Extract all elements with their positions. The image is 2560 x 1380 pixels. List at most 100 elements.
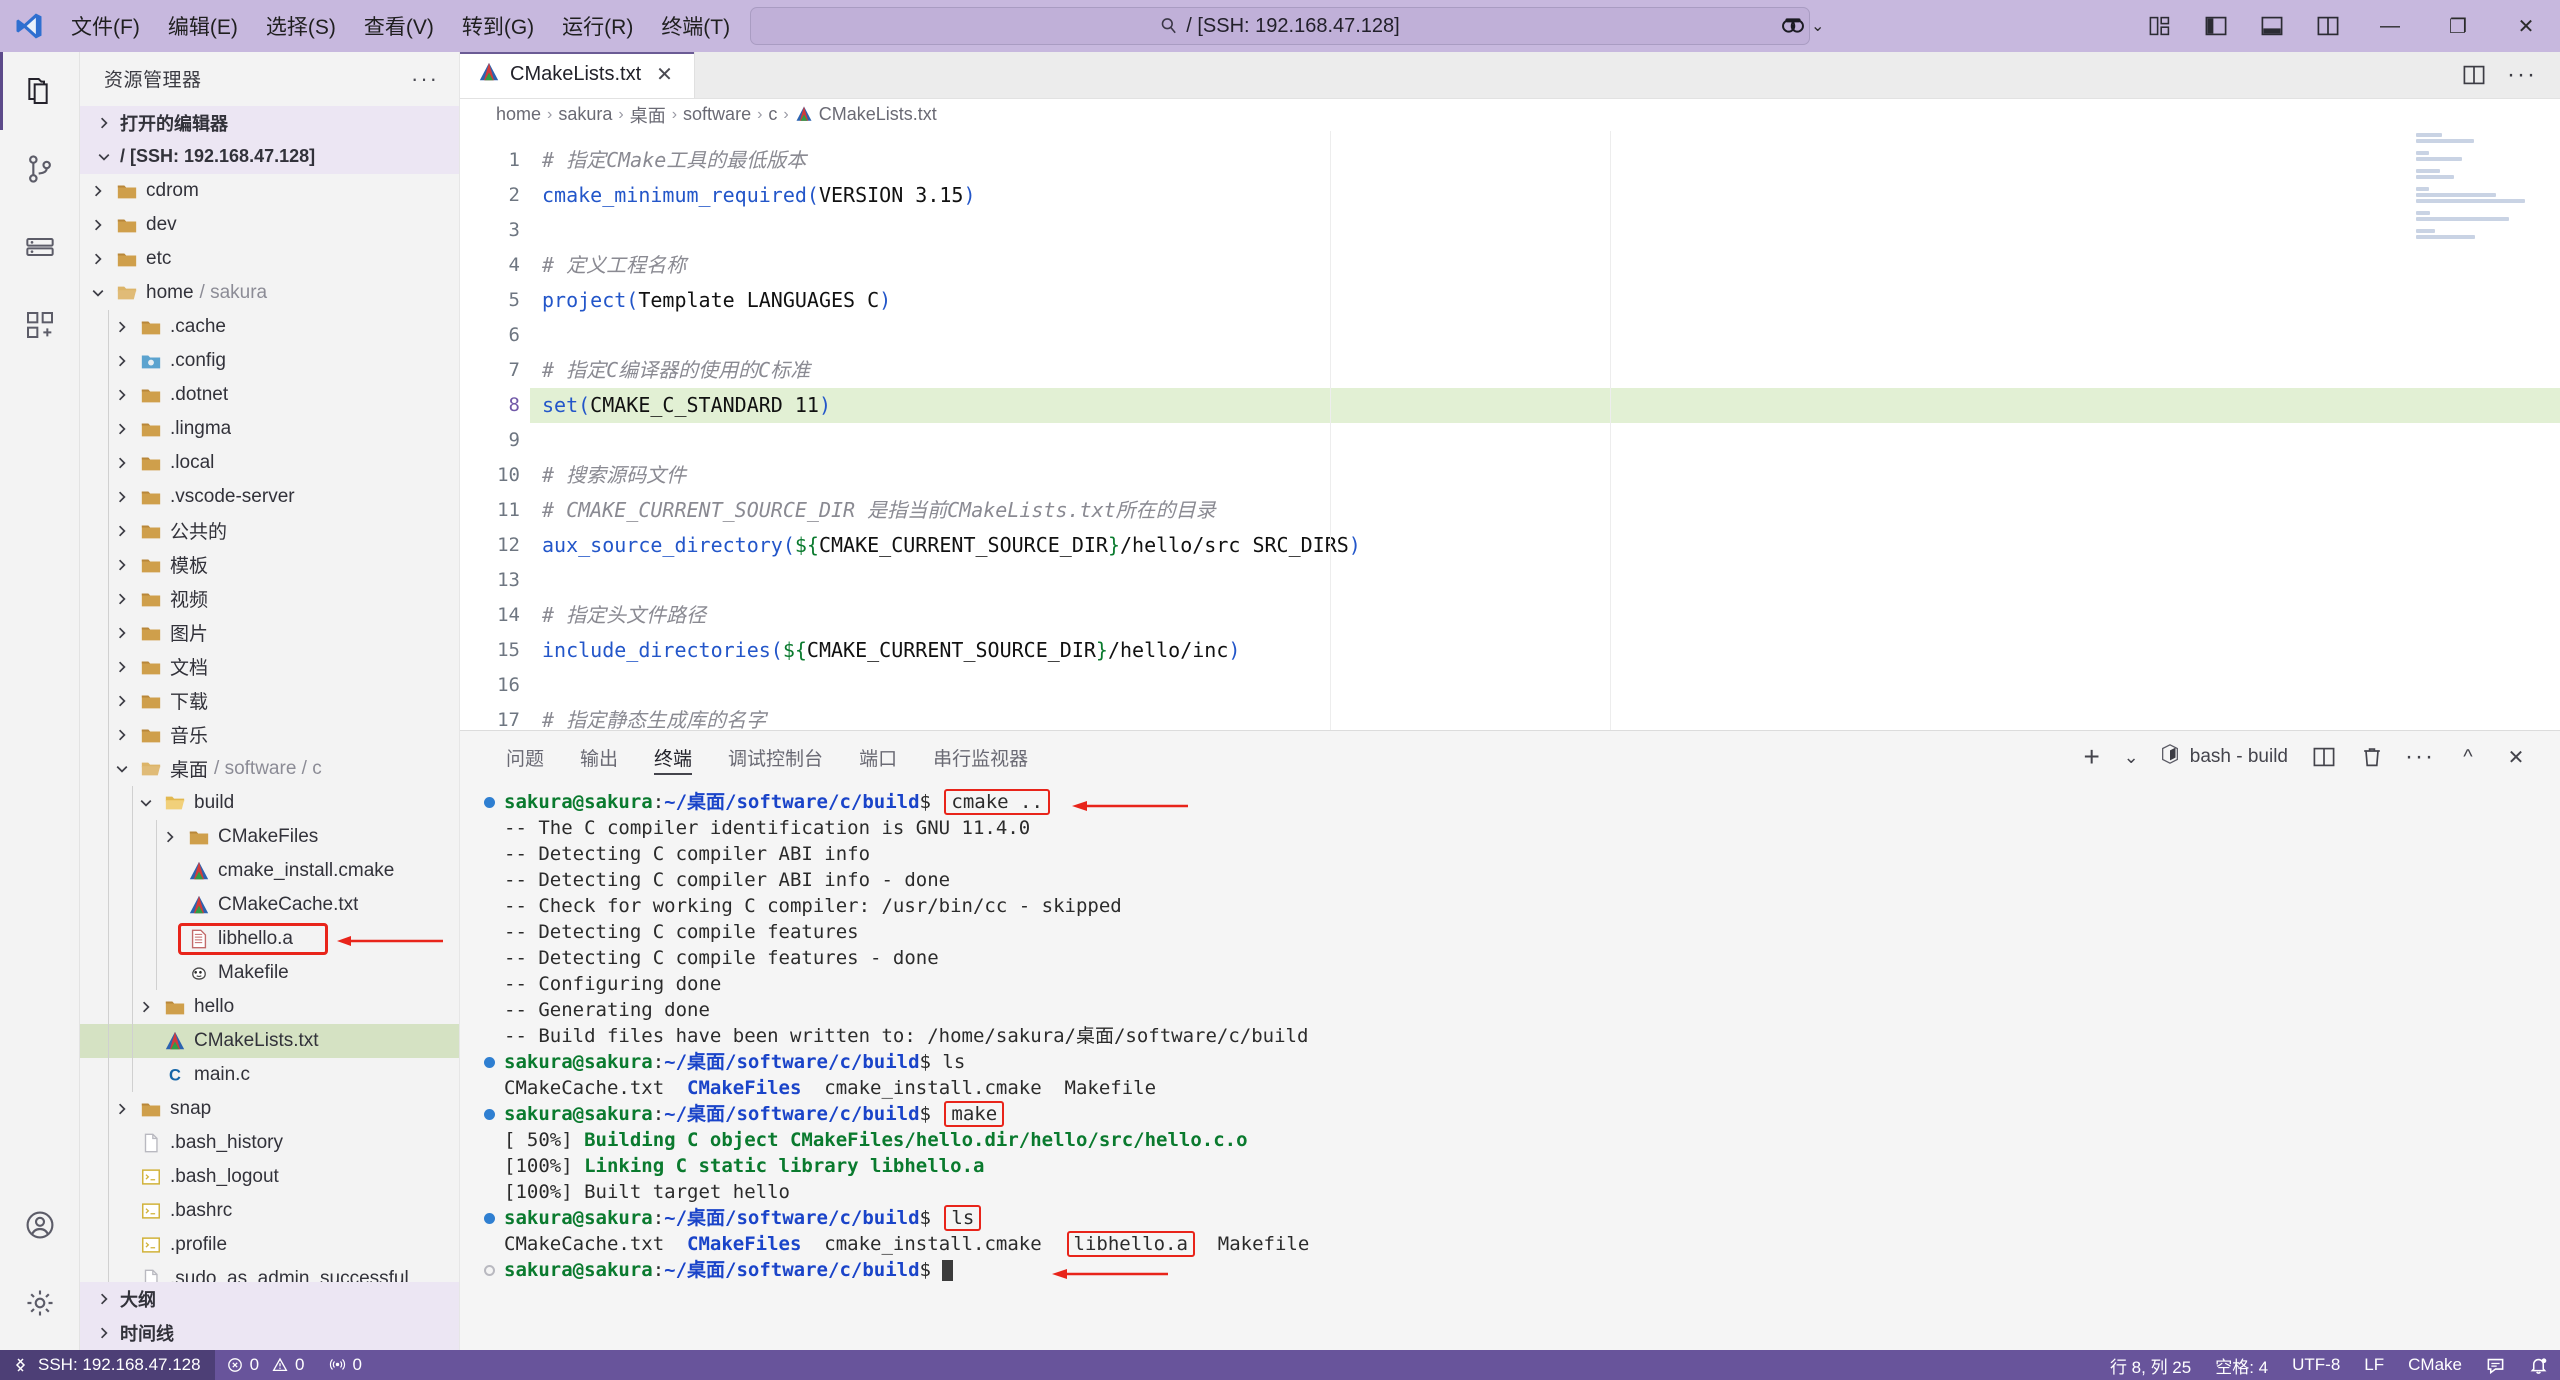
code-editor[interactable]: 123456789101112131415161718 # 指定CMake工具的… xyxy=(460,130,2560,731)
tree-item-.dotnet[interactable]: .dotnet xyxy=(80,377,459,412)
remote-indicator-titlebar[interactable]: ⌄ xyxy=(1780,13,1824,39)
explorer-tree-scroll[interactable]: 打开的编辑器 / [SSH: 192.168.47.128] cdrom dev e… xyxy=(80,105,459,1282)
quick-open-search[interactable]: / [SSH: 192.168.47.128] xyxy=(750,7,1810,45)
tree-item-[interactable]: 视频 xyxy=(80,581,459,616)
tree-item-home[interactable]: home / sakura xyxy=(80,276,459,310)
terminal-tab-bash-build[interactable]: bash - build xyxy=(2149,743,2298,771)
terminal-profile-chevron-down-icon[interactable]: ⌄ xyxy=(2118,735,2145,779)
tree-item-.bashrc[interactable]: .bashrc xyxy=(80,1193,459,1228)
chevron-right-icon[interactable] xyxy=(112,389,132,401)
tree-item-main.c[interactable]: Cmain.c xyxy=(80,1057,459,1092)
kill-terminal-trash-icon[interactable] xyxy=(2350,735,2394,779)
code-line[interactable]: # 指定CMake工具的最低版本 xyxy=(530,143,2560,178)
chevron-right-icon[interactable] xyxy=(112,321,132,333)
chevron-right-icon[interactable] xyxy=(112,355,132,367)
chevron-right-icon[interactable] xyxy=(112,559,132,571)
activity-item-remote-explorer[interactable] xyxy=(0,208,80,286)
code-line[interactable] xyxy=(530,213,2560,248)
chevron-right-icon[interactable] xyxy=(160,831,180,843)
sidebar-more-actions-icon[interactable]: ··· xyxy=(411,66,439,92)
sidebar-section-ssh-root[interactable]: / [SSH: 192.168.47.128] xyxy=(80,139,459,174)
breadcrumb-item-sakura[interactable]: sakura xyxy=(558,104,612,125)
tree-item-libhello.a[interactable]: libhello.a xyxy=(80,921,459,956)
code-content[interactable]: # 指定CMake工具的最低版本 cmake_minimum_required(V… xyxy=(530,130,2560,731)
chevron-right-icon[interactable] xyxy=(112,661,132,673)
chevron-right-icon[interactable] xyxy=(112,695,132,707)
tree-item-.bash_history[interactable]: .bash_history xyxy=(80,1125,459,1160)
status-encoding[interactable]: UTF-8 xyxy=(2280,1350,2352,1380)
code-line[interactable] xyxy=(530,423,2560,458)
tree-item-.sudo_as_admin_successful[interactable]: .sudo_as_admin_successful xyxy=(80,1261,459,1282)
activity-item-source-control[interactable] xyxy=(0,130,80,208)
status-remote-indicator[interactable]: SSH: 192.168.47.128 xyxy=(0,1350,215,1380)
tree-item-cmake_install.cmake[interactable]: cmake_install.cmake xyxy=(80,853,459,888)
breadcrumb-item-file[interactable]: CMakeLists.txt xyxy=(795,104,937,125)
code-line[interactable]: project(Template LANGUAGES C) xyxy=(530,283,2560,318)
chevron-right-icon[interactable] xyxy=(136,1001,156,1013)
chevron-right-icon[interactable] xyxy=(112,491,132,503)
menu-view[interactable]: 查看(V) xyxy=(351,6,447,46)
tree-item-[interactable]: 文档 xyxy=(80,649,459,684)
status-ports[interactable]: 0 xyxy=(317,1350,374,1380)
code-line[interactable]: include_directories(${CMAKE_CURRENT_SOUR… xyxy=(530,633,2560,668)
code-line[interactable]: # 指定静态生成库的名字 xyxy=(530,703,2560,731)
chevron-right-icon[interactable] xyxy=(112,525,132,537)
panel-tab-terminal[interactable]: 终端 xyxy=(636,731,710,783)
code-line[interactable]: # 定义工程名称 xyxy=(530,248,2560,283)
tree-item-snap[interactable]: snap xyxy=(80,1091,459,1126)
menu-edit[interactable]: 编辑(E) xyxy=(155,6,251,46)
status-problems[interactable]: 0 0 xyxy=(215,1350,317,1380)
code-line[interactable]: # CMAKE_CURRENT_SOURCE_DIR 是指当前CMakeList… xyxy=(530,493,2560,528)
window-restore-button[interactable]: ❐ xyxy=(2424,0,2492,52)
status-language-mode[interactable]: CMake xyxy=(2396,1350,2474,1380)
tree-item-CMakeCache.txt[interactable]: CMakeCache.txt xyxy=(80,887,459,922)
chevron-down-icon[interactable] xyxy=(136,797,156,809)
tree-item-.lingma[interactable]: .lingma xyxy=(80,411,459,446)
code-line[interactable] xyxy=(530,563,2560,598)
tab-close-icon[interactable]: ✕ xyxy=(651,60,678,89)
tree-item-.config[interactable]: .config xyxy=(80,343,459,378)
tree-item-cdrom[interactable]: cdrom xyxy=(80,174,459,208)
tree-item-.local[interactable]: .local xyxy=(80,445,459,480)
status-eol[interactable]: LF xyxy=(2352,1350,2396,1380)
breadcrumb-item-desktop[interactable]: 桌面 xyxy=(630,102,666,128)
toggle-primary-sidebar-icon[interactable] xyxy=(2188,0,2244,52)
menu-selection[interactable]: 选择(S) xyxy=(253,6,349,46)
tree-item-[interactable]: 桌面 / software / c xyxy=(80,751,459,786)
new-terminal-button[interactable]: + xyxy=(2070,735,2114,779)
status-notifications-bell-icon[interactable] xyxy=(2517,1350,2560,1380)
tree-item-CMakeFiles[interactable]: CMakeFiles xyxy=(80,819,459,854)
editor-minimap[interactable] xyxy=(2410,131,2560,731)
chevron-right-icon[interactable] xyxy=(88,253,108,265)
chevron-right-icon[interactable] xyxy=(112,423,132,435)
code-line[interactable] xyxy=(530,318,2560,353)
status-cursor-position[interactable]: 行 8, 列 25 xyxy=(2098,1350,2203,1380)
panel-tab-debug-console[interactable]: 调试控制台 xyxy=(710,731,841,783)
menu-terminal[interactable]: 终端(T) xyxy=(648,6,743,46)
breadcrumb-item-c[interactable]: c xyxy=(768,104,777,125)
tree-item-etc[interactable]: etc xyxy=(80,242,459,276)
menu-file[interactable]: 文件(F) xyxy=(58,6,153,46)
tree-item-[interactable]: 音乐 xyxy=(80,717,459,752)
tree-item-.cache[interactable]: .cache xyxy=(80,309,459,344)
code-line[interactable]: set(CMAKE_C_STANDARD 11) xyxy=(530,387,2560,423)
file-tree[interactable]: cdrom dev etc home / sakura .cache .config .do… xyxy=(80,174,459,1282)
code-line[interactable]: aux_source_directory(${CMAKE_CURRENT_SOU… xyxy=(530,528,2560,563)
tree-item-[interactable]: 下载 xyxy=(80,683,459,718)
breadcrumb-item-software[interactable]: software xyxy=(683,104,751,125)
chevron-right-icon[interactable] xyxy=(112,729,132,741)
tree-item-dev[interactable]: dev xyxy=(80,208,459,242)
panel-tab-problems[interactable]: 问题 xyxy=(488,731,562,783)
panel-more-actions-icon[interactable]: ··· xyxy=(2398,735,2442,779)
toggle-secondary-sidebar-icon[interactable] xyxy=(2300,0,2356,52)
window-minimize-button[interactable]: — xyxy=(2356,0,2424,52)
code-line[interactable] xyxy=(530,668,2560,703)
code-line[interactable]: # 指定头文件路径 xyxy=(530,598,2560,633)
tree-item-.profile[interactable]: .profile xyxy=(80,1227,459,1262)
chevron-down-icon[interactable] xyxy=(88,287,108,299)
tab-cmakelists[interactable]: CMakeLists.txt ✕ xyxy=(460,52,695,98)
menu-run[interactable]: 运行(R) xyxy=(549,6,646,46)
menu-go[interactable]: 转到(G) xyxy=(449,6,547,46)
terminal-output[interactable]: sakura@sakura: ~/桌面/software/c/build $ cma… xyxy=(460,783,2560,1350)
activity-item-settings[interactable] xyxy=(0,1264,80,1342)
